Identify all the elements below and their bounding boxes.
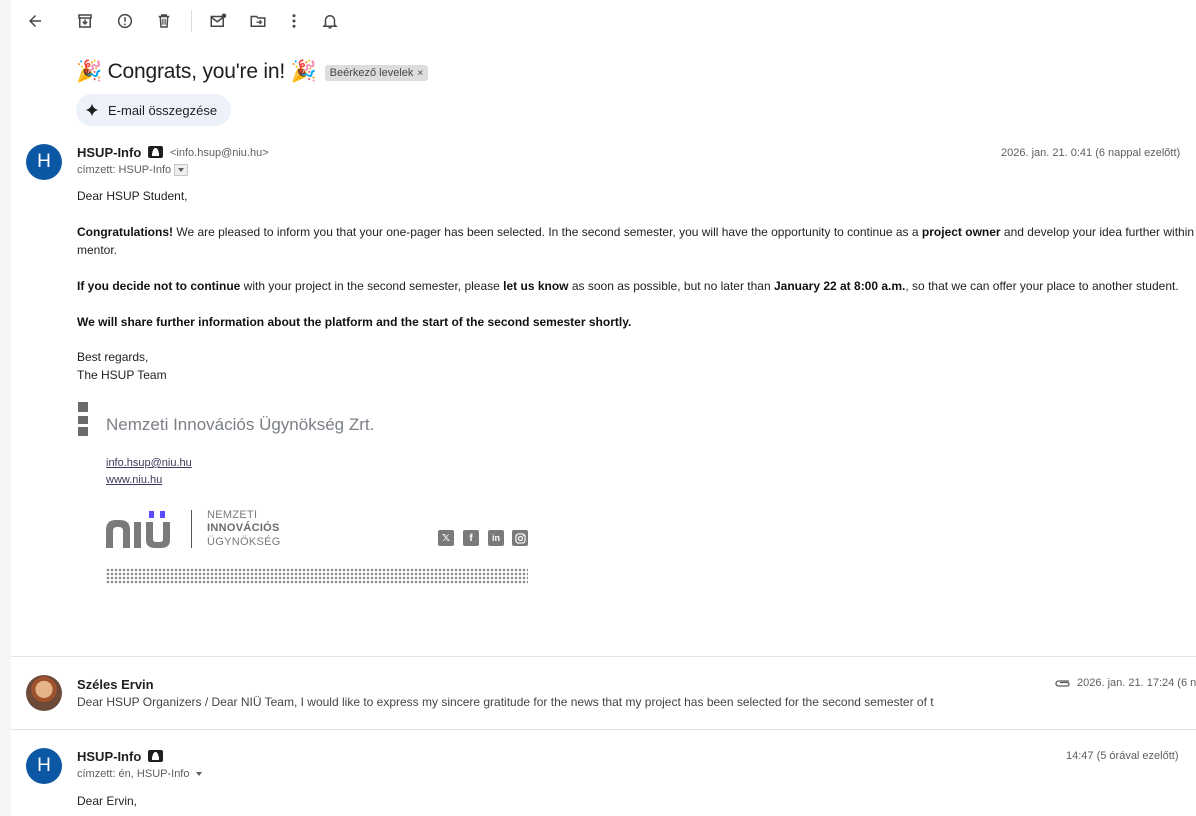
p2-bold-3: January 22 at 8:00 a.m.	[773, 279, 906, 293]
message-date: 14:47 (5 órával ezelőtt)	[1066, 750, 1179, 762]
greeting: Dear HSUP Student,	[77, 189, 188, 203]
signature-web-link[interactable]: www.niu.hu	[106, 474, 162, 486]
message-divider	[11, 729, 1196, 730]
p1-bold-2: project owner	[921, 225, 1001, 239]
message-date: 2026. jan. 21. 17:24 (6 na	[1077, 677, 1196, 689]
closing-regards: Best regards,	[77, 350, 149, 364]
remove-label-icon[interactable]: ×	[417, 68, 423, 79]
sender-email: <info.hsup@niu.hu>	[170, 147, 269, 159]
toolbar-separator	[191, 10, 192, 32]
recipient-text: címzett: én, HSUP-Info	[77, 768, 190, 780]
mark-unread-icon[interactable]	[207, 10, 229, 32]
left-edge-shadow	[0, 0, 11, 816]
signature-dot-pattern	[106, 568, 528, 584]
paperclip-icon	[1055, 680, 1070, 687]
summarize-email-button[interactable]: E-mail összegzése	[76, 94, 232, 126]
message-divider	[11, 656, 1196, 657]
logo-text-innovacios: INNOVÁCIÓS	[207, 522, 280, 534]
email-toolbar	[11, 0, 1196, 40]
more-icon[interactable]	[283, 10, 305, 32]
logo-separator	[191, 510, 192, 548]
move-to-icon[interactable]	[247, 10, 269, 32]
p2-text-1: with your project in the second semester…	[240, 279, 504, 293]
show-details-caret-icon[interactable]	[196, 772, 203, 776]
contact-card-icon[interactable]	[148, 750, 163, 762]
message-date: 2026. jan. 21. 0:41 (6 nappal ezelőtt)	[1001, 147, 1181, 159]
niu-brand-mark	[78, 402, 88, 436]
p2-bold-2: let us know	[503, 279, 569, 293]
inbox-label-chip[interactable]: Beérkező levelek ×	[324, 65, 429, 81]
sparkle-icon	[85, 103, 99, 117]
greeting: Dear Ervin,	[77, 794, 138, 808]
p1-text-1: We are pleased to inform you that your o…	[173, 225, 922, 239]
recipient-line: címzett: HSUP-Info	[77, 164, 189, 176]
contact-card-icon[interactable]	[148, 146, 163, 158]
niu-logo	[106, 511, 170, 548]
facebook-icon[interactable]: f	[463, 530, 479, 546]
p1-bold-1: Congratulations!	[77, 225, 173, 239]
sender-avatar[interactable]: H	[26, 748, 62, 784]
inbox-label-text: Beérkező levelek	[329, 67, 414, 79]
p3-bold: We will share further information about …	[77, 315, 632, 329]
subject-row: 🎉 Congrats, you're in! 🎉 Beérkező levele…	[76, 60, 429, 84]
closing-team: The HSUP Team	[77, 368, 167, 382]
report-spam-icon[interactable]	[114, 10, 136, 32]
paragraph-1-line-2: mentor.	[77, 243, 118, 257]
sender-name[interactable]: HSUP-Info	[77, 749, 141, 764]
snooze-bell-icon[interactable]	[319, 10, 341, 32]
logo-text-nemzeti: NEMZETI	[207, 509, 258, 521]
recipient-line: címzett: én, HSUP-Info	[77, 768, 203, 780]
email-subject: 🎉 Congrats, you're in! 🎉	[76, 60, 317, 83]
signature-email-link[interactable]: info.hsup@niu.hu	[106, 457, 192, 469]
paragraph-2: If you decide not to continue with your …	[77, 277, 1179, 295]
message-snippet[interactable]: Dear HSUP Organizers / Dear NIÜ Team, I …	[77, 695, 934, 709]
archive-icon[interactable]	[74, 10, 96, 32]
logo-text-ugynokseg: ÜGYNÖKSÉG	[207, 536, 281, 548]
sender-name[interactable]: Széles Ervin	[77, 677, 154, 692]
sender-name[interactable]: HSUP-Info	[77, 145, 141, 160]
x-icon[interactable]: 𝕏	[438, 530, 454, 546]
instagram-icon[interactable]	[512, 530, 528, 546]
show-details-dropdown-icon[interactable]	[174, 164, 189, 176]
paragraph-1-line-1: Congratulations! We are pleased to infor…	[77, 223, 1196, 241]
linkedin-icon[interactable]: in	[488, 530, 504, 546]
recipient-text: címzett: HSUP-Info	[77, 164, 172, 176]
p2-text-3: , so that we can offer your place to ano…	[905, 279, 1179, 293]
sender-avatar-photo[interactable]	[26, 675, 62, 711]
p1-text-2: and develop your idea further within a	[1000, 225, 1196, 239]
paragraph-3: We will share further information about …	[77, 313, 631, 331]
p2-bold-1: If you decide not to continue	[77, 279, 241, 293]
summarize-email-label: E-mail összegzése	[108, 102, 218, 118]
back-arrow-icon[interactable]	[24, 10, 46, 32]
p2-text-2: as soon as possible, but no later than	[568, 279, 774, 293]
delete-icon[interactable]	[153, 10, 175, 32]
signature-company: Nemzeti Innovációs Ügynökség Zrt.	[106, 415, 375, 434]
sender-avatar[interactable]: H	[26, 144, 62, 180]
